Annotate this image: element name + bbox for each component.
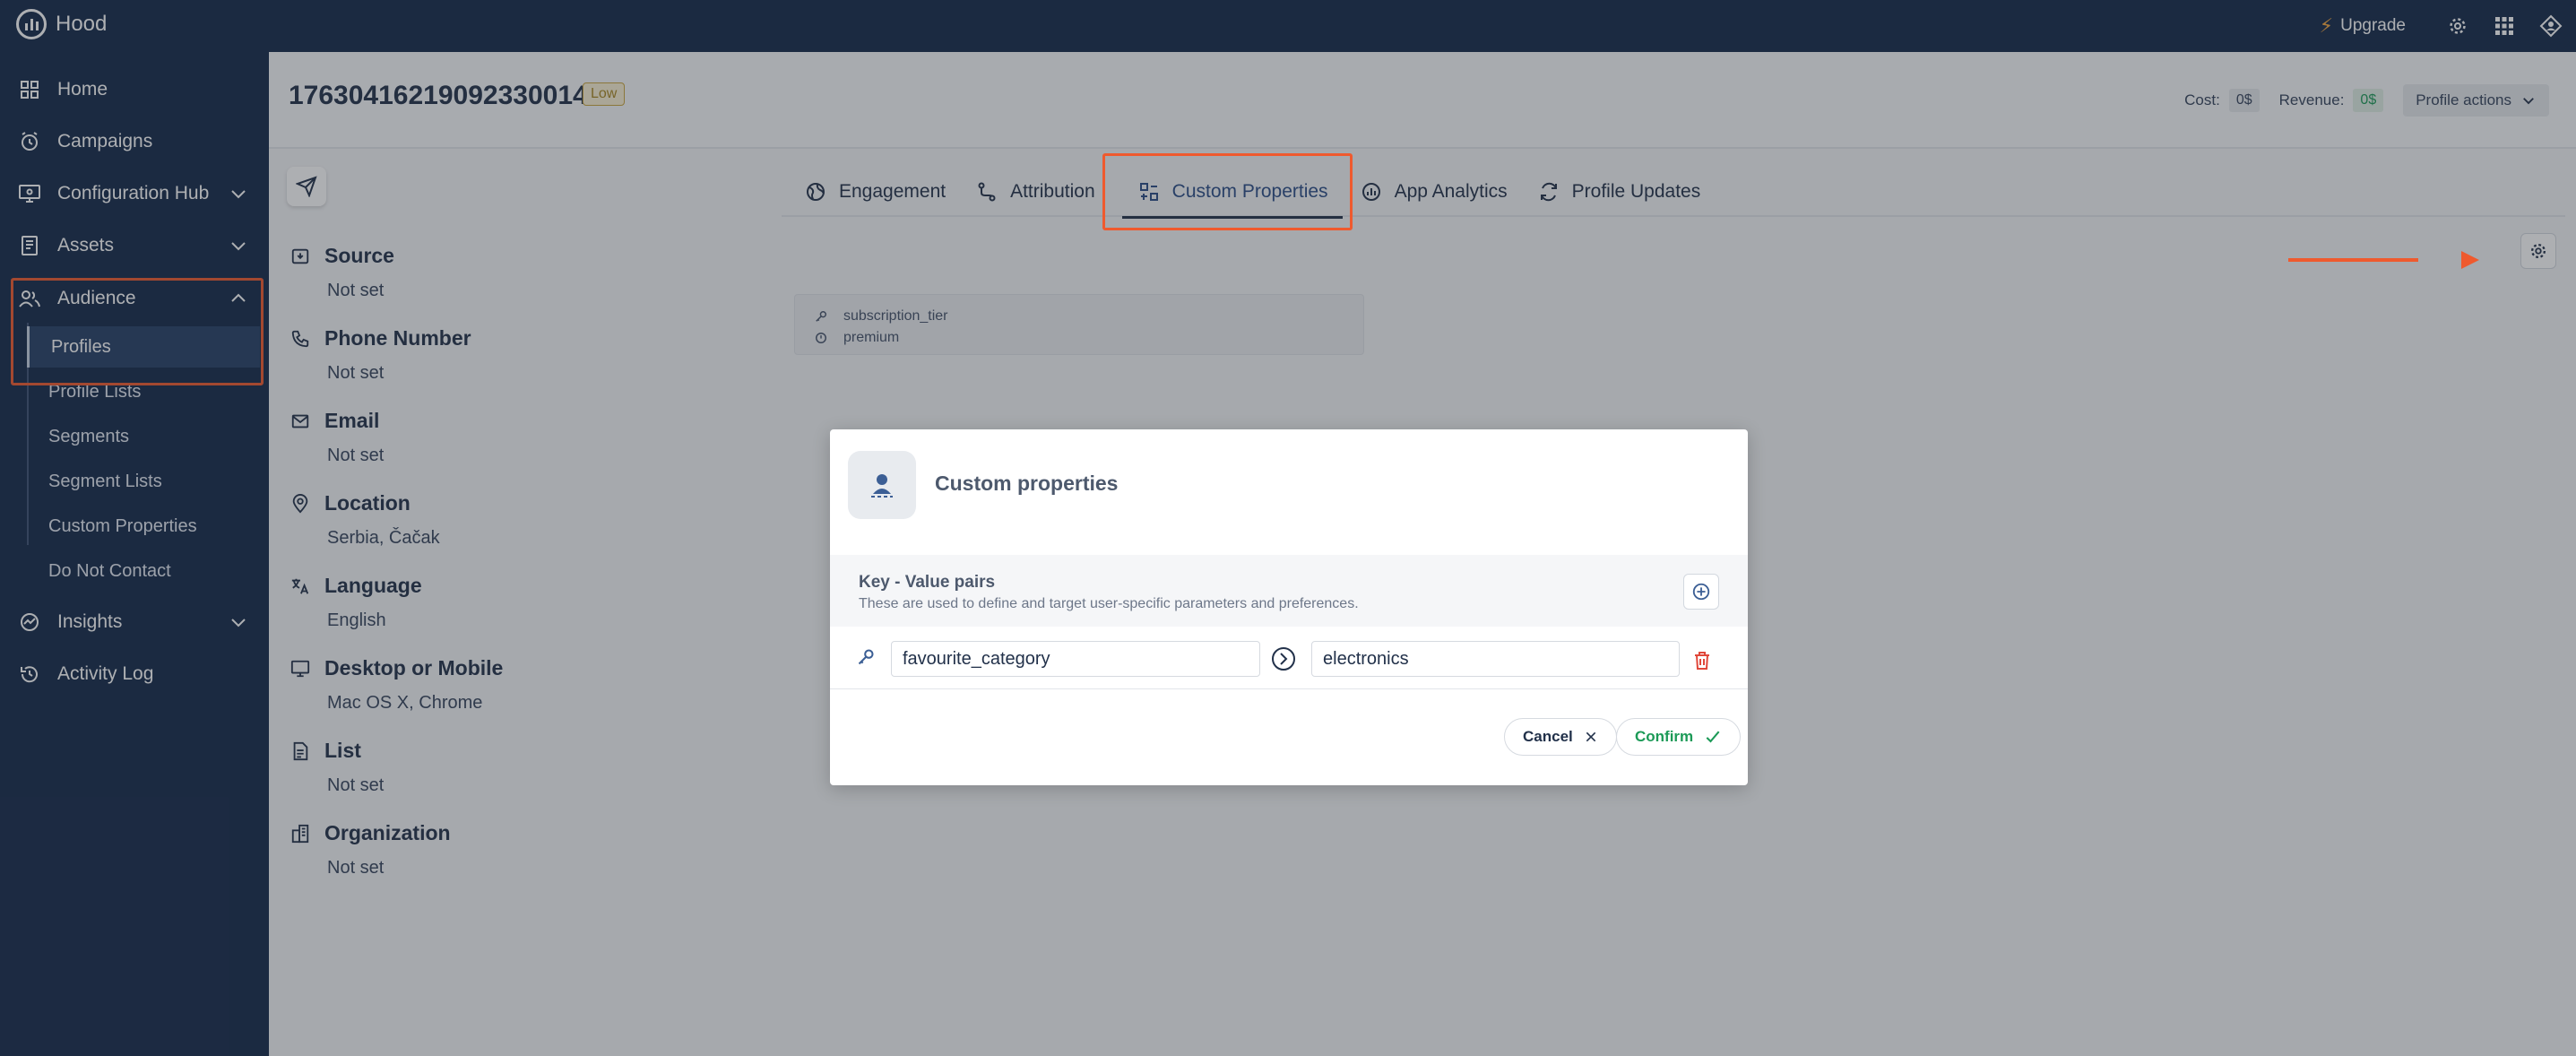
close-icon [1586,731,1596,742]
modal-footer: Cancel Confirm [830,689,1748,785]
cancel-label: Cancel [1523,728,1573,745]
arrow-right-circle-icon [1272,647,1295,671]
key-value-row [830,628,1748,689]
section-title: Key - Value pairs [859,573,996,592]
pointer-arrow-head [2461,251,2479,269]
plus-circle-icon [1692,583,1710,601]
property-key-input[interactable] [891,641,1260,677]
trash-icon[interactable] [1691,650,1713,671]
cancel-button[interactable]: Cancel [1504,718,1617,756]
confirm-button[interactable]: Confirm [1616,718,1742,756]
modal-header: Custom properties [830,429,1748,555]
check-icon [1706,731,1720,743]
add-pair-button[interactable] [1683,574,1719,610]
key-value-section: Key - Value pairs These are used to defi… [830,555,1748,627]
custom-properties-modal: Custom properties Key - Value pairs Thes… [830,429,1748,785]
user-properties-icon [848,451,916,519]
confirm-label: Confirm [1635,728,1694,745]
key-icon [858,649,874,665]
property-value-input[interactable] [1311,641,1680,677]
modal-title: Custom properties [935,472,1119,495]
pointer-arrow [2288,258,2418,262]
highlight-custom-properties-tab [1102,153,1353,230]
section-description: These are used to define and target user… [859,596,1359,611]
